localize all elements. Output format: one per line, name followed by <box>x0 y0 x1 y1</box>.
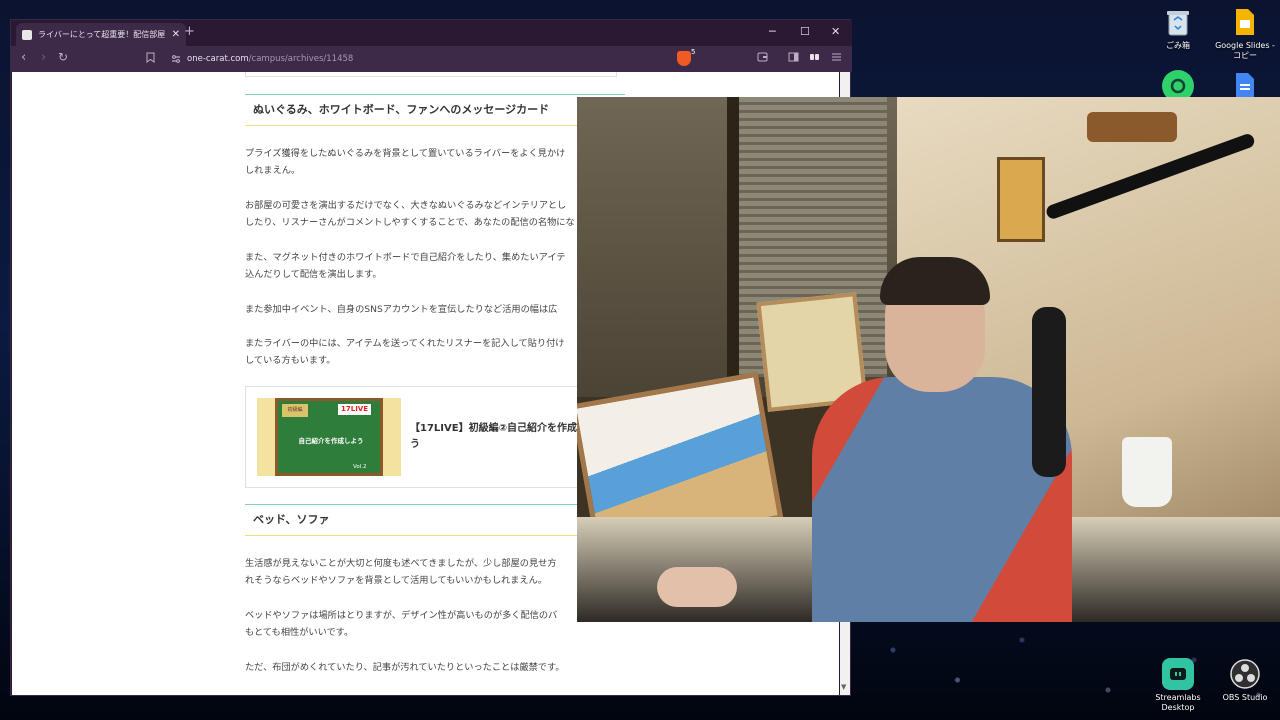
paragraph-5-line-2: している方もいます。 <box>245 355 336 366</box>
paragraph-3-line-1: また、マグネット付きのホワイトボードで自己紹介をしたり、集めたいアイテ <box>245 252 566 263</box>
paragraph-2-line-1: お部屋の可愛さを演出するだけでなく、大きなぬいぐるみなどインテリアとし <box>245 200 567 211</box>
paragraph-5-line-1: またライバーの中には、アイテムを送ってくれたリスナーを記入して貼り付け <box>245 338 565 349</box>
url-text: one-carat.com/campus/archives/11458 <box>187 54 353 64</box>
address-bar[interactable]: one-carat.com/campus/archives/11458 <box>161 49 671 69</box>
recycle-bin-desktop-icon[interactable]: ごみ箱 <box>1143 6 1213 51</box>
webcam-wall-poster <box>997 157 1045 242</box>
related-article-title[interactable]: 【17LIVE】初級編②自己紹介を作成しよう <box>410 421 600 453</box>
recycle-bin-icon <box>1162 6 1194 38</box>
paragraph-6: 生活感が見えないことが大切と何度も述べてきましたが、少し部屋の見せ方 れそうなら… <box>245 555 625 589</box>
thumb-badge-text: 初級編 <box>287 407 303 413</box>
related-article-card[interactable]: 初級編 17LIVE 自己紹介を作成しよう Vol.2 【17LIVE】初級編②… <box>245 386 605 488</box>
thumb-badge: 初級編 <box>282 404 308 417</box>
minimize-button[interactable]: ─ <box>769 25 776 38</box>
google-slides-desktop-icon[interactable]: Google Slides - コピー <box>1210 6 1280 61</box>
browser-toolbar: ‹ › ↻ one-carat.com/campus/archives/1145… <box>11 46 852 72</box>
google-slides-icon <box>1229 6 1261 38</box>
paragraph-4-line-1: また参加中イベント、自身のSNSアカウントを宣伝したりなど活用の幅は広 <box>245 304 558 315</box>
webcam-cup <box>1122 437 1172 507</box>
tab-title: ライバーにとって超重要！配信部屋の <box>38 30 166 39</box>
paragraph-8: ただ、布団がめくれていたり、記事が汚れていたりといったことは厳禁です。 <box>245 659 625 676</box>
reload-button[interactable]: ↻ <box>58 50 68 64</box>
paragraph-7-line-1: ベッドやソファは場所はとりますが、デザイン性が高いものが多く配信のバ <box>245 610 558 621</box>
paragraph-5: またライバーの中には、アイテムを送ってくれたリスナーを記入して貼り付け している… <box>245 335 625 369</box>
brave-shields-icon[interactable] <box>677 51 691 66</box>
sidebar-icon[interactable] <box>788 52 799 65</box>
section-heading-bed-sofa: ベッド、ソファ <box>245 504 625 536</box>
active-tab[interactable]: ライバーにとって超重要！配信部屋の ✕ <box>16 23 186 46</box>
url-path: /campus/archives/11458 <box>248 54 354 64</box>
webcam-wall-sign <box>1087 112 1177 142</box>
webcam-microphone <box>1032 307 1066 477</box>
streamlabs-desktop-icon[interactable]: Streamlabs Desktop <box>1143 658 1213 713</box>
thumb-logo: 17LIVE <box>338 404 372 415</box>
thumb-text: 自己紹介を作成しよう <box>298 437 364 445</box>
webcam-person-hair <box>880 257 990 305</box>
related-article-thumbnail: 初級編 17LIVE 自己紹介を作成しよう Vol.2 <box>257 398 401 476</box>
paragraph-8-line-1: ただ、布団がめくれていたり、記事が汚れていたりといったことは厳禁です。 <box>245 662 565 673</box>
url-host: one-carat.com <box>187 54 249 64</box>
streamlabs-label: Streamlabs Desktop <box>1155 693 1201 712</box>
scroll-down-arrow-icon[interactable]: ▼ <box>841 683 846 691</box>
menu-icon[interactable] <box>831 52 842 65</box>
thumb-vol: Vol.2 <box>353 464 367 470</box>
obs-studio-desktop-icon[interactable]: OBS Studio <box>1210 658 1280 703</box>
extension-icon[interactable] <box>809 52 820 65</box>
obs-studio-label: OBS Studio <box>1222 693 1268 702</box>
streamlabs-icon <box>1162 658 1194 690</box>
paragraph-3-line-2: 込んだりして配信を演出します。 <box>245 269 382 280</box>
paragraph-2-line-2: したり、リスナーさんがコメントしやすくすることで、あなたの配信の名物にな <box>245 217 575 228</box>
paragraph-6-line-2: れそうならベッドやソファを背景として活用してもいいかもしれまえん。 <box>245 575 547 586</box>
tab-close-icon[interactable]: ✕ <box>172 29 180 40</box>
wallet-icon[interactable] <box>757 52 768 65</box>
chalkboard-illustration: 初級編 17LIVE 自己紹介を作成しよう Vol.2 <box>275 398 383 476</box>
close-window-button[interactable]: ✕ <box>831 25 840 38</box>
paragraph-2: お部屋の可愛さを演出するだけでなく、大きなぬいぐるみなどインテリアとし したり、… <box>245 197 625 231</box>
obs-studio-icon <box>1229 658 1261 690</box>
previous-card-bottom <box>245 72 617 77</box>
brave-badge-count: 5 <box>691 48 696 56</box>
section-heading-stuffed-toys: ぬいぐるみ、ホワイトボード、ファンへのメッセージカード <box>245 94 625 126</box>
webcam-overlay <box>577 97 1280 622</box>
paragraph-7-line-2: もとても相性がいいです。 <box>245 627 354 638</box>
paragraph-3: また、マグネット付きのホワイトボードで自己紹介をしたり、集めたいアイテ 込んだり… <box>245 249 625 283</box>
tab-bar: ライバーにとって超重要！配信部屋の ✕ + ─ ☐ ✕ <box>11 20 852 46</box>
maximize-button[interactable]: ☐ <box>800 25 810 38</box>
site-favicon-icon <box>22 29 32 40</box>
site-info-icon[interactable] <box>171 54 181 64</box>
webcam-person-hand <box>657 567 737 607</box>
back-button[interactable]: ‹ <box>21 50 26 65</box>
paragraph-4: また参加中イベント、自身のSNSアカウントを宣伝したりなど活用の幅は広 <box>245 301 625 318</box>
paragraph-1-line-1: プライズ獲得をしたぬいぐるみを背景として置いているライバーをよく見かけ <box>245 148 566 159</box>
paragraph-6-line-1: 生活感が見えないことが大切と何度も述べてきましたが、少し部屋の見せ方 <box>245 558 557 569</box>
new-tab-button[interactable]: + <box>184 24 195 39</box>
paragraph-7: ベッドやソファは場所はとりますが、デザイン性が高いものが多く配信のバ もとても相… <box>245 607 625 641</box>
google-slides-label: Google Slides - コピー <box>1215 41 1275 60</box>
paragraph-1: プライズ獲得をしたぬいぐるみを背景として置いているライバーをよく見かけ しれまえ… <box>245 145 625 179</box>
recycle-bin-label: ごみ箱 <box>1166 41 1190 50</box>
forward-button[interactable]: › <box>41 50 46 65</box>
webcam-window-frame <box>727 97 739 397</box>
bookmark-icon[interactable] <box>146 52 155 66</box>
paragraph-1-line-2: しれまえん。 <box>245 165 301 176</box>
